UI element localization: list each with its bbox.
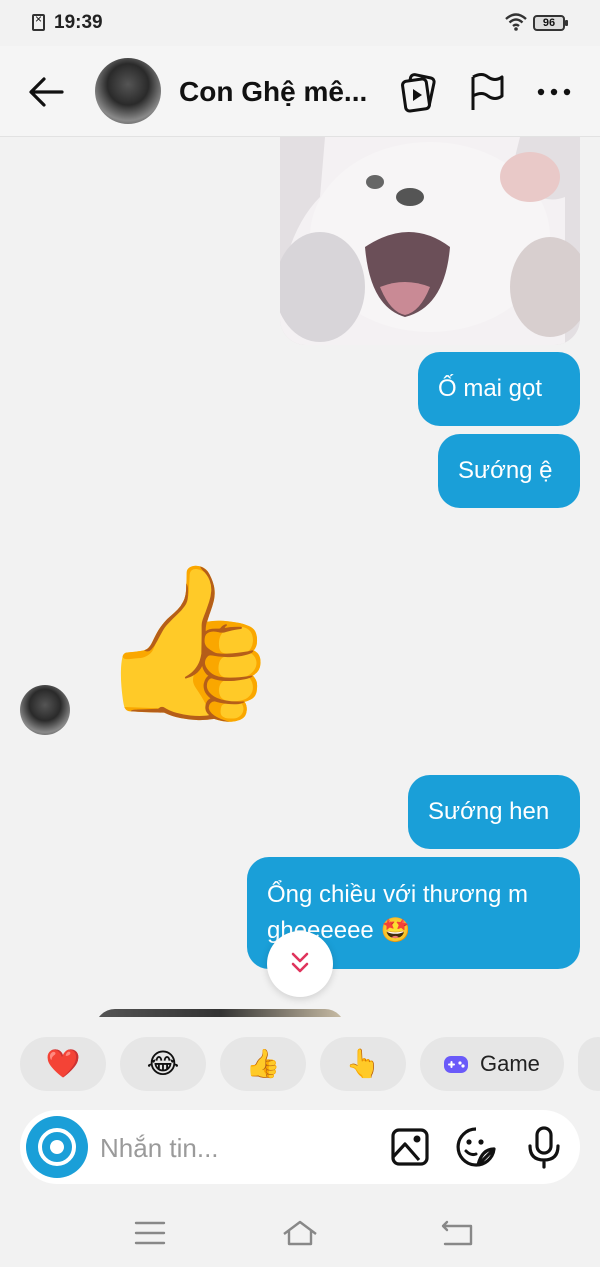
- system-navigation-bar: [0, 1200, 600, 1267]
- chat-header: Con Ghệ mê...: [0, 46, 600, 137]
- partial-image-message[interactable]: [95, 1009, 345, 1017]
- no-sim-icon: [32, 12, 45, 31]
- message-text: Ổng chiều với thương m: [267, 881, 528, 908]
- contact-name[interactable]: Con Ghệ mê...: [179, 76, 367, 108]
- camera-icon: [38, 1128, 76, 1166]
- status-bar: 19:39 96: [0, 0, 600, 46]
- back-arrow-icon[interactable]: [24, 70, 68, 114]
- quick-reaction-bar: ❤️ 😂 👍 👆 Game: [0, 1037, 600, 1091]
- reaction-chip-point-up[interactable]: 👆: [320, 1037, 406, 1091]
- cat-sticker-image[interactable]: [280, 137, 580, 345]
- menu-lines-icon[interactable]: [130, 1216, 170, 1250]
- back-nav-icon[interactable]: [437, 1216, 477, 1250]
- video-cards-icon[interactable]: [398, 70, 442, 114]
- camera-button[interactable]: [26, 1116, 88, 1178]
- message-input[interactable]: Nhắn tin...: [100, 1133, 219, 1164]
- sender-avatar[interactable]: [20, 685, 70, 735]
- message-list[interactable]: Ố mai gọt Sướng ệ 👍 Sướng hen Ổng chiều …: [0, 137, 600, 1017]
- gamepad-icon: [444, 1056, 468, 1073]
- message-text: Sướng hen: [428, 798, 550, 825]
- double-chevron-down-icon: [291, 952, 309, 973]
- status-time: 19:39: [54, 12, 103, 33]
- sticker-smiley-icon[interactable]: [454, 1125, 498, 1169]
- received-thumbs-up-emoji[interactable]: 👍: [95, 557, 282, 727]
- message-composer: Nhắn tin...: [20, 1110, 580, 1184]
- reaction-chip-heart[interactable]: ❤️: [20, 1037, 106, 1091]
- battery-indicator: 96: [533, 15, 568, 31]
- gallery-image-icon[interactable]: [388, 1125, 432, 1169]
- contact-avatar[interactable]: [95, 58, 161, 124]
- sent-message-bubble[interactable]: Ố mai gọt: [418, 352, 580, 426]
- wifi-icon: [505, 13, 527, 31]
- more-options-icon[interactable]: [532, 70, 576, 114]
- message-text: Ố mai gọt: [438, 375, 543, 402]
- sent-message-bubble[interactable]: Sướng hen: [408, 775, 580, 849]
- report-flag-icon[interactable]: [465, 70, 509, 114]
- game-chip[interactable]: Game: [420, 1037, 564, 1091]
- microphone-icon[interactable]: [522, 1125, 566, 1169]
- message-text: Sướng ệ: [458, 457, 553, 484]
- reaction-chip-laugh[interactable]: 😂: [120, 1037, 206, 1091]
- more-chip-partial[interactable]: [578, 1037, 600, 1091]
- reaction-chip-thumbs-up[interactable]: 👍: [220, 1037, 306, 1091]
- scroll-to-bottom-button[interactable]: [267, 931, 333, 997]
- home-icon[interactable]: [280, 1216, 320, 1250]
- sent-message-bubble[interactable]: Sướng ệ: [438, 434, 580, 508]
- game-chip-label: Game: [480, 1051, 540, 1076]
